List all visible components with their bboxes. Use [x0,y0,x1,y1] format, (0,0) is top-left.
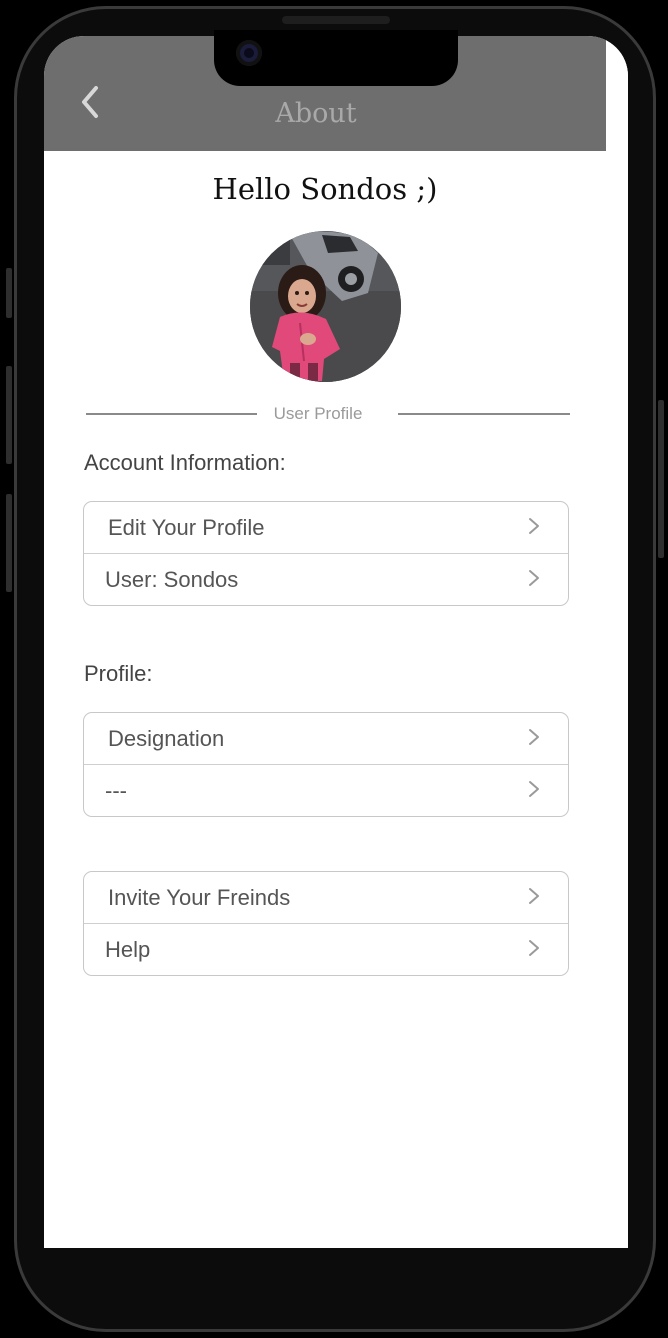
side-button-power [658,400,664,558]
side-button-mute [6,268,12,318]
camera-icon [236,40,262,66]
designation-row[interactable]: Designation [84,713,568,764]
page-title: About [275,98,357,129]
app-screen: About [44,36,628,1248]
chevron-right-icon [529,729,539,745]
chevron-right-icon [529,570,539,586]
avatar[interactable] [250,231,401,382]
row-label: Help [105,937,151,962]
more-group: Invite Your Freinds Help [83,871,569,976]
help-row[interactable]: Help [84,923,568,975]
side-button-volume-down [6,494,12,592]
profile-photo [250,231,401,382]
account-group: Edit Your Profile User: Sondos [83,501,569,606]
user-row[interactable]: User: Sondos [84,553,568,605]
header-edge [606,36,628,151]
greeting-text: Hello Sondos ;) [212,172,438,206]
designation-value-row[interactable]: --- [84,764,568,816]
chevron-right-icon [529,888,539,904]
invite-friends-row[interactable]: Invite Your Freinds [84,872,568,923]
section-label-account: Account Information: [84,450,286,475]
row-label: --- [105,778,127,803]
divider-label: User Profile [273,404,363,423]
earpiece-speaker [282,16,390,24]
row-label: Edit Your Profile [108,515,265,540]
chevron-right-icon [529,781,539,797]
edit-profile-row[interactable]: Edit Your Profile [84,502,568,553]
section-label-profile: Profile: [84,661,153,686]
profile-group: Designation --- [83,712,569,817]
row-label: Designation [108,726,225,751]
row-label: Invite Your Freinds [108,885,291,910]
chevron-right-icon [529,940,539,956]
chevron-right-icon [529,518,539,534]
row-label: User: Sondos [105,567,239,592]
